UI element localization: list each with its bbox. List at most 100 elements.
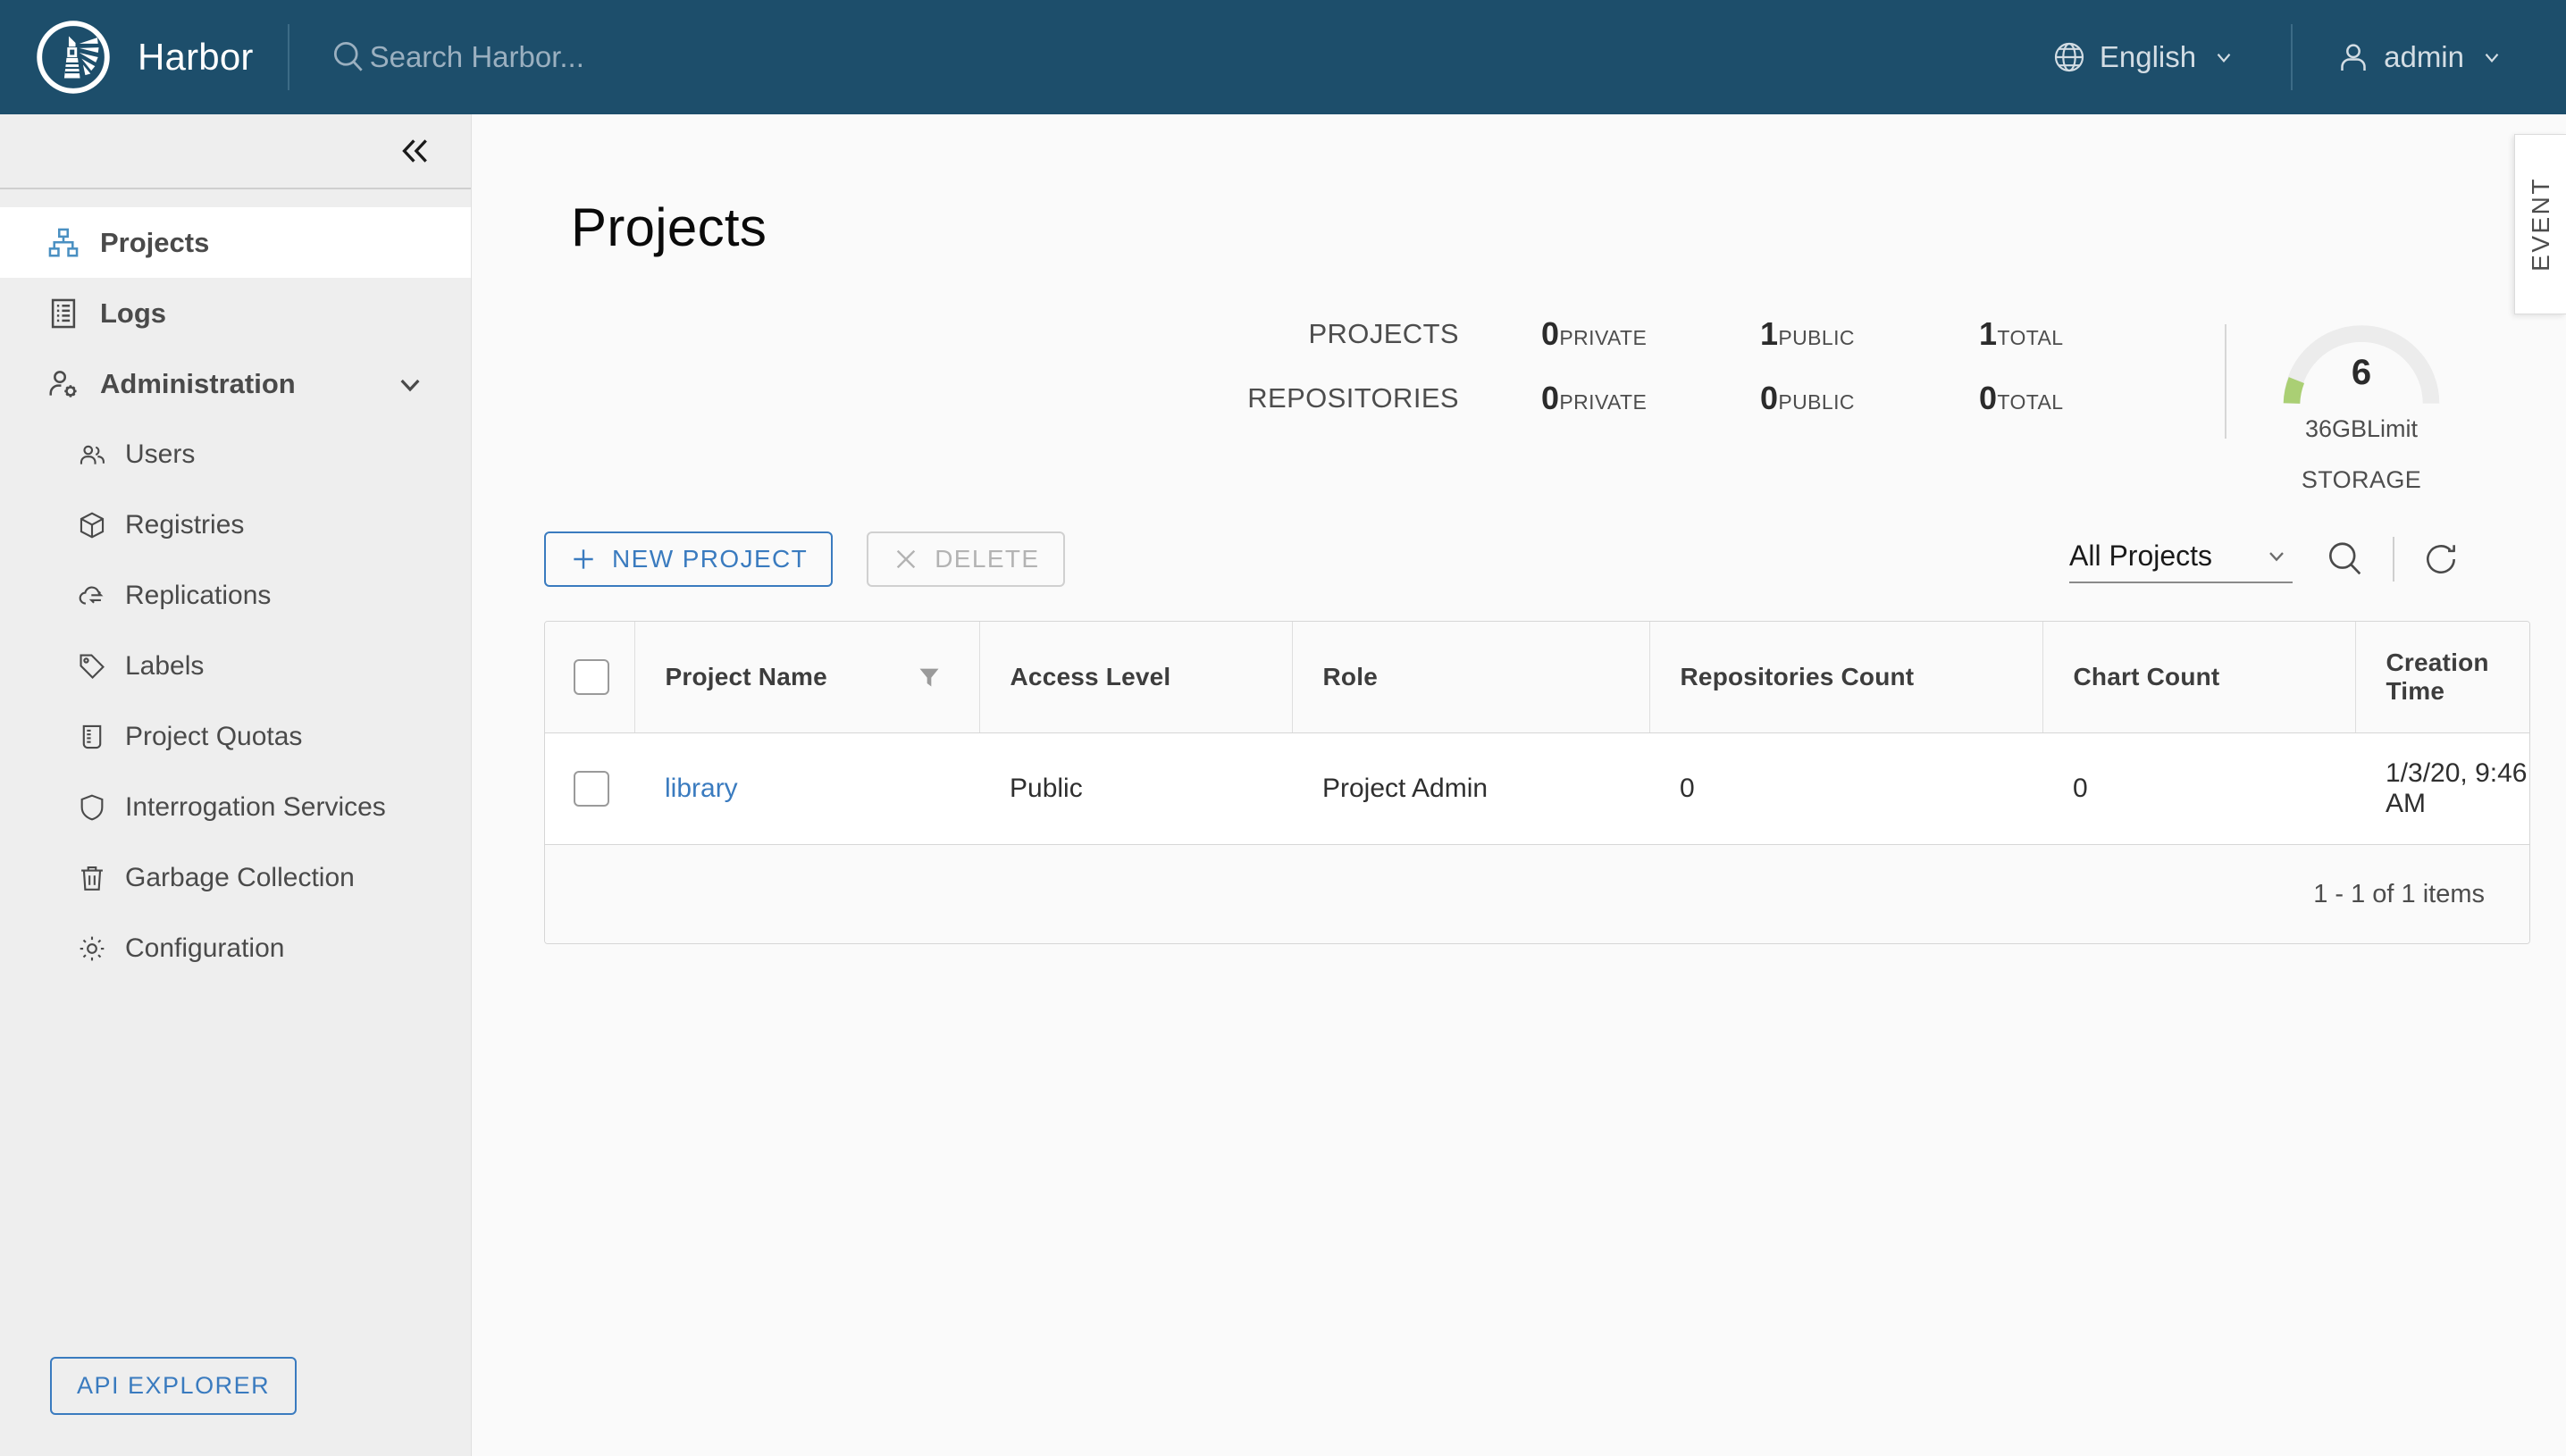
header-right: English admin [2032,0,2566,114]
table-body: library Public Project Admin 0 0 1/3/20,… [545,732,2529,845]
brand-title: Harbor [138,36,254,78]
chevron-down-icon [2217,54,2231,63]
stat-repositories-private: 0PRIVATE [1541,380,1760,417]
sidebar-item-label: Replications [125,580,272,610]
sidebar-item-label: Interrogation Services [125,791,386,822]
sidebar-item-label: Labels [125,650,205,681]
cell-chart-count: 0 [2042,732,2355,845]
global-search[interactable] [329,38,942,77]
column-header-label: Project Name [665,663,827,690]
sidebar-item-projects[interactable]: Projects [0,207,471,278]
sidebar-item-garbage-collection[interactable]: Garbage Collection [0,842,471,913]
administration-icon [49,370,77,397]
sidebar-item-label: Garbage Collection [125,862,355,892]
sidebar-item-label: Projects [100,226,210,258]
column-repositories-count[interactable]: Repositories Count [1648,622,2042,733]
statistics-divider [2225,324,2226,439]
cell-repositories-count: 0 [1649,732,2042,845]
stat-value: 0 [1760,380,1779,416]
project-filter-value: All Projects [2069,539,2213,572]
project-quotas-beaker-icon [82,724,102,749]
stat-repositories-total: 0TOTAL [1979,380,2198,417]
search-icon [2328,542,2361,575]
projects-toolbar: NEW PROJECT DELETE All Projects [473,531,2566,587]
new-project-label: NEW PROJECT [612,545,809,573]
sidebar-item-project-quotas[interactable]: Project Quotas [0,701,471,772]
event-tab[interactable]: EVENT [2514,134,2566,314]
column-access-level[interactable]: Access Level [978,622,1292,733]
cell-creation-time: 1/3/20, 9:46 AM [2355,732,2529,845]
row-checkbox[interactable] [574,771,609,807]
stat-row-label: REPOSITORIES [1247,382,1459,414]
project-name-link[interactable]: library [665,774,738,803]
column-header-label: Access Level [1010,663,1171,690]
brand[interactable]: Harbor [0,20,254,95]
filter-funnel-icon[interactable] [917,665,942,690]
user-icon [2341,44,2366,71]
app-header: Harbor English a [0,0,2566,114]
stat-value: 1 [1979,315,1998,352]
sidebar-item-labels[interactable]: Labels [0,631,471,701]
shield-icon [80,794,104,820]
trash-icon [81,866,103,891]
table-header-row: Project Name Access Level Role Repositor… [545,622,2529,733]
column-project-name[interactable]: Project Name [633,622,979,733]
statistics-panel: PROJECTS 0PRIVATE 1PUBLIC 1TOTAL REPOSIT… [473,315,2566,494]
api-explorer-button[interactable]: API EXPLORER [50,1357,298,1415]
stat-projects-total: 1TOTAL [1979,315,2198,353]
search-input[interactable] [369,40,942,74]
column-role[interactable]: Role [1291,622,1649,733]
sidebar-item-replications[interactable]: Replications [0,560,471,631]
header-separator [2291,24,2293,90]
sidebar: Projects Logs Administration Users Regis… [0,114,472,1456]
delete-label: DELETE [935,545,1040,573]
chevron-down-icon[interactable] [396,370,424,398]
column-header-label: Repositories Count [1680,663,1915,690]
stat-value: 1 [1760,315,1779,352]
storage-caption: STORAGE [2301,466,2422,493]
labels-tag-icon [80,653,105,679]
storage-used-value: 6 [2351,353,2372,392]
column-chart-count[interactable]: Chart Count [2042,622,2355,733]
globe-icon [2054,42,2084,72]
double-chevron-left-icon[interactable] [398,133,433,169]
stat-unit: PRIVATE [1559,326,1648,349]
plus-icon [574,549,593,569]
stat-repositories-public: 0PUBLIC [1760,380,1979,417]
select-all-checkbox[interactable] [574,659,609,695]
chevron-down-icon [2269,552,2284,562]
stat-unit: TOTAL [1997,326,2064,349]
sidebar-item-interrogation-services[interactable]: Interrogation Services [0,772,471,842]
sidebar-item-users[interactable]: Users [0,419,471,490]
language-selector[interactable]: English [2032,39,2268,75]
new-project-button[interactable]: NEW PROJECT [544,531,834,587]
sidebar-item-registries[interactable]: Registries [0,490,471,560]
user-menu[interactable]: admin [2316,39,2536,75]
refresh-button[interactable] [2421,540,2461,579]
cell-role: Project Admin [1292,732,1649,845]
stat-projects-public: 1PUBLIC [1760,315,1979,353]
stat-projects-private: 0PRIVATE [1541,315,1760,353]
table-row[interactable]: library Public Project Admin 0 0 1/3/20,… [545,732,2529,845]
refresh-icon [2427,545,2455,573]
row-select-cell [545,732,634,845]
sidebar-collapse-row [0,114,471,189]
users-icon [80,445,105,464]
header-divider [287,24,289,90]
sidebar-item-label: Project Quotas [125,721,303,751]
column-creation-time[interactable]: Creation Time [2354,622,2529,733]
sidebar-item-label: Configuration [125,933,285,963]
delete-button[interactable]: DELETE [867,531,1065,587]
sidebar-item-configuration[interactable]: Configuration [0,913,471,983]
table-search-button[interactable] [2325,539,2366,580]
toolbar-right: All Projects [2069,536,2461,583]
sidebar-item-label: Administration [100,367,296,399]
sidebar-item-logs[interactable]: Logs [0,278,471,348]
sidebar-item-administration[interactable]: Administration [0,348,471,419]
close-x-icon [897,549,916,569]
language-label: English [2099,40,2197,73]
project-filter-select[interactable]: All Projects [2069,536,2293,583]
stat-value: 0 [1541,380,1560,416]
cell-access-level: Public [979,732,1292,845]
stat-value: 0 [1979,380,1998,416]
